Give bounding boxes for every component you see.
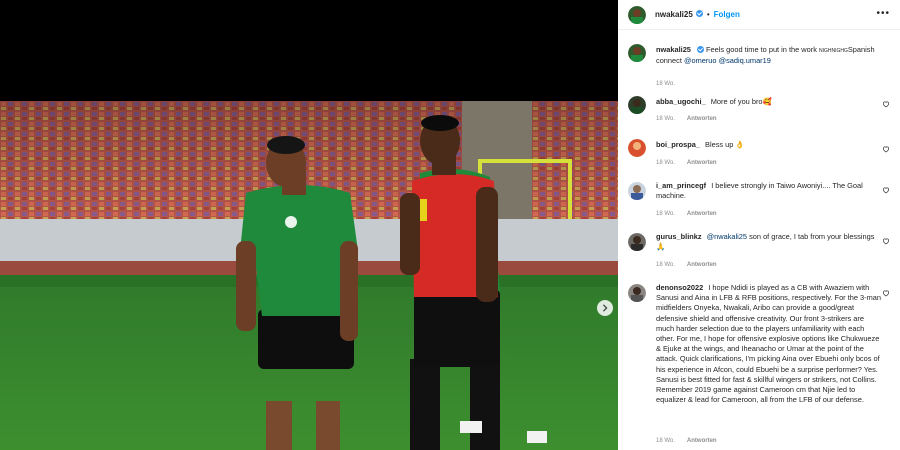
- more-options-icon[interactable]: •••: [876, 9, 890, 19]
- comment-username[interactable]: abba_ugochi_: [656, 97, 706, 106]
- avatar[interactable]: [628, 182, 646, 200]
- reply-button[interactable]: Antworten: [687, 438, 717, 444]
- header-username[interactable]: nwakali25: [655, 10, 693, 19]
- mention-link[interactable]: @nwakali25: [707, 232, 747, 241]
- post-header: nwakali25 • Folgen •••: [618, 0, 900, 30]
- caption-small-caps: NIGHNIGHG: [818, 48, 848, 54]
- like-heart-icon[interactable]: [882, 145, 890, 153]
- avatar[interactable]: [628, 96, 646, 114]
- next-image-button[interactable]: [597, 300, 613, 316]
- post-media: [0, 0, 618, 450]
- comment-text: Bless up 👌: [705, 140, 745, 149]
- caption-text: Feels good time to put in the work: [705, 45, 817, 54]
- comment-meta: 18 Wo. Antworten: [656, 160, 717, 166]
- avatar[interactable]: [628, 44, 646, 62]
- avatar[interactable]: [628, 284, 646, 302]
- chevron-right-icon: [602, 304, 608, 312]
- avatar[interactable]: [628, 139, 646, 157]
- separator-dot: •: [706, 10, 710, 19]
- avatar[interactable]: [628, 233, 646, 251]
- comment-meta: 18 Wo. Antworten: [656, 438, 717, 444]
- post-photo[interactable]: [0, 101, 618, 450]
- like-heart-icon[interactable]: [882, 100, 890, 108]
- caption-username[interactable]: nwakali25: [656, 45, 691, 54]
- like-heart-icon[interactable]: [882, 186, 890, 194]
- comment-meta: 18 Wo. Antworten: [656, 116, 717, 122]
- reply-button[interactable]: Antworten: [687, 160, 717, 166]
- reply-button[interactable]: Antworten: [687, 211, 717, 217]
- comment-username[interactable]: i_am_princegf: [656, 181, 706, 190]
- avatar[interactable]: [628, 5, 646, 24]
- mention-link[interactable]: @omeruo: [684, 56, 717, 65]
- mention-link[interactable]: @sadiq.umar19: [719, 56, 771, 65]
- comment-time: 18 Wo.: [656, 211, 675, 217]
- like-heart-icon[interactable]: [882, 289, 890, 297]
- verified-icon: [696, 45, 704, 53]
- comment-time: 18 Wo.: [656, 262, 675, 268]
- like-heart-icon[interactable]: [882, 237, 890, 245]
- verified-icon: [695, 10, 703, 17]
- reply-button[interactable]: Antworten: [687, 116, 717, 122]
- comment-meta: 18 Wo. Antworten: [656, 262, 717, 268]
- comment-time: 18 Wo.: [656, 160, 675, 166]
- comment-username[interactable]: denonso2022: [656, 283, 703, 292]
- comment-meta: 18 Wo. Antworten: [656, 211, 717, 217]
- caption-time: 18 Wo.: [656, 81, 675, 87]
- comment-text: I hope Ndidi is played as a CB with Awaz…: [656, 283, 881, 405]
- comment-text: More of you bro🥰: [710, 97, 772, 106]
- reply-button[interactable]: Antworten: [687, 262, 717, 268]
- comment-username[interactable]: gurus_blinkz: [656, 232, 702, 241]
- follow-button[interactable]: Folgen: [714, 10, 740, 19]
- comment-time: 18 Wo.: [656, 116, 675, 122]
- comment-time: 18 Wo.: [656, 438, 675, 444]
- comments-panel: nwakali25 • Folgen ••• nwakali25 Feels g…: [618, 0, 900, 450]
- comment-username[interactable]: boi_prospa_: [656, 140, 700, 149]
